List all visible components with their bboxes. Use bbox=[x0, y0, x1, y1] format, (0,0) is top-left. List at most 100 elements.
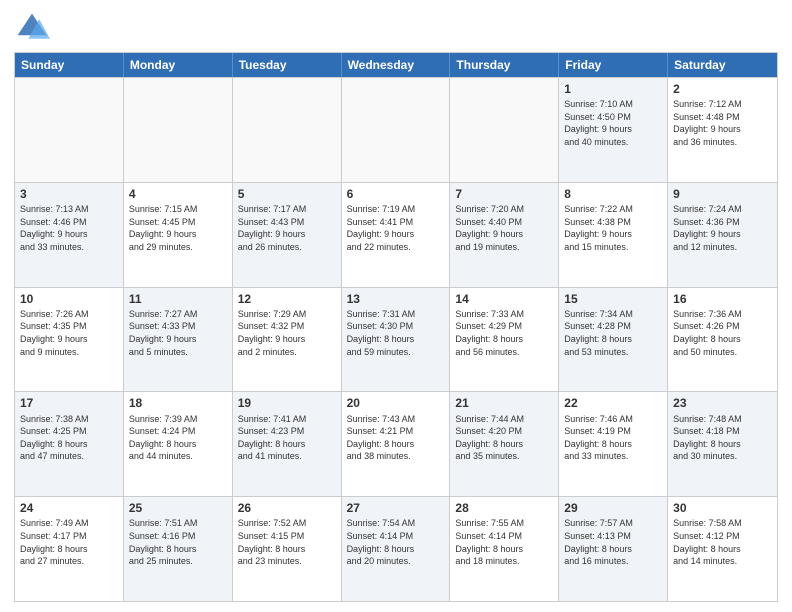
calendar-cell-29: 29Sunrise: 7:57 AM Sunset: 4:13 PM Dayli… bbox=[559, 497, 668, 601]
day-number: 1 bbox=[564, 81, 662, 97]
day-info: Sunrise: 7:20 AM Sunset: 4:40 PM Dayligh… bbox=[455, 203, 553, 253]
day-info: Sunrise: 7:51 AM Sunset: 4:16 PM Dayligh… bbox=[129, 517, 227, 567]
day-number: 26 bbox=[238, 500, 336, 516]
day-number: 9 bbox=[673, 186, 772, 202]
day-info: Sunrise: 7:19 AM Sunset: 4:41 PM Dayligh… bbox=[347, 203, 445, 253]
day-info: Sunrise: 7:41 AM Sunset: 4:23 PM Dayligh… bbox=[238, 413, 336, 463]
calendar-cell-16: 16Sunrise: 7:36 AM Sunset: 4:26 PM Dayli… bbox=[668, 288, 777, 392]
day-info: Sunrise: 7:44 AM Sunset: 4:20 PM Dayligh… bbox=[455, 413, 553, 463]
calendar-cell-empty-0-2 bbox=[233, 78, 342, 182]
weekday-header-wednesday: Wednesday bbox=[342, 53, 451, 77]
calendar-cell-4: 4Sunrise: 7:15 AM Sunset: 4:45 PM Daylig… bbox=[124, 183, 233, 287]
day-number: 4 bbox=[129, 186, 227, 202]
calendar-cell-11: 11Sunrise: 7:27 AM Sunset: 4:33 PM Dayli… bbox=[124, 288, 233, 392]
day-number: 6 bbox=[347, 186, 445, 202]
calendar-cell-13: 13Sunrise: 7:31 AM Sunset: 4:30 PM Dayli… bbox=[342, 288, 451, 392]
day-number: 7 bbox=[455, 186, 553, 202]
day-info: Sunrise: 7:17 AM Sunset: 4:43 PM Dayligh… bbox=[238, 203, 336, 253]
day-info: Sunrise: 7:52 AM Sunset: 4:15 PM Dayligh… bbox=[238, 517, 336, 567]
calendar-cell-23: 23 Sunrise: 7:48 AM Sunset: 4:18 PM Dayli… bbox=[668, 392, 777, 496]
day-info: Sunrise: 7:46 AM Sunset: 4:19 PM Dayligh… bbox=[564, 413, 662, 463]
day-number: 29 bbox=[564, 500, 662, 516]
day-info: Sunrise: 7:34 AM Sunset: 4:28 PM Dayligh… bbox=[564, 308, 662, 358]
logo-icon bbox=[14, 10, 50, 46]
day-info: Sunrise: 7:24 AM Sunset: 4:36 PM Dayligh… bbox=[673, 203, 772, 253]
day-info: Sunrise: 7:39 AM Sunset: 4:24 PM Dayligh… bbox=[129, 413, 227, 463]
logo bbox=[14, 10, 54, 46]
header bbox=[14, 10, 778, 46]
calendar-cell-empty-0-1 bbox=[124, 78, 233, 182]
day-info: Sunrise: 7:13 AM Sunset: 4:46 PM Dayligh… bbox=[20, 203, 118, 253]
day-number: 5 bbox=[238, 186, 336, 202]
calendar-cell-27: 27Sunrise: 7:54 AM Sunset: 4:14 PM Dayli… bbox=[342, 497, 451, 601]
day-number: 24 bbox=[20, 500, 118, 516]
day-info: Sunrise: 7:12 AM Sunset: 4:48 PM Dayligh… bbox=[673, 98, 772, 148]
day-number: 23 bbox=[673, 395, 772, 411]
day-info: Sunrise: 7:57 AM Sunset: 4:13 PM Dayligh… bbox=[564, 517, 662, 567]
weekday-header-thursday: Thursday bbox=[450, 53, 559, 77]
day-info: Sunrise: 7:27 AM Sunset: 4:33 PM Dayligh… bbox=[129, 308, 227, 358]
day-info: Sunrise: 7:54 AM Sunset: 4:14 PM Dayligh… bbox=[347, 517, 445, 567]
calendar-cell-empty-0-0 bbox=[15, 78, 124, 182]
calendar-cell-empty-0-3 bbox=[342, 78, 451, 182]
day-info: Sunrise: 7:48 AM Sunset: 4:18 PM Dayligh… bbox=[673, 413, 772, 463]
calendar-cell-7: 7Sunrise: 7:20 AM Sunset: 4:40 PM Daylig… bbox=[450, 183, 559, 287]
day-number: 28 bbox=[455, 500, 553, 516]
day-number: 20 bbox=[347, 395, 445, 411]
day-number: 12 bbox=[238, 291, 336, 307]
day-info: Sunrise: 7:43 AM Sunset: 4:21 PM Dayligh… bbox=[347, 413, 445, 463]
day-number: 21 bbox=[455, 395, 553, 411]
weekday-header-friday: Friday bbox=[559, 53, 668, 77]
weekday-header-tuesday: Tuesday bbox=[233, 53, 342, 77]
calendar: SundayMondayTuesdayWednesdayThursdayFrid… bbox=[14, 52, 778, 602]
day-number: 27 bbox=[347, 500, 445, 516]
day-info: Sunrise: 7:26 AM Sunset: 4:35 PM Dayligh… bbox=[20, 308, 118, 358]
day-info: Sunrise: 7:49 AM Sunset: 4:17 PM Dayligh… bbox=[20, 517, 118, 567]
day-number: 16 bbox=[673, 291, 772, 307]
day-number: 25 bbox=[129, 500, 227, 516]
day-info: Sunrise: 7:58 AM Sunset: 4:12 PM Dayligh… bbox=[673, 517, 772, 567]
calendar-header: SundayMondayTuesdayWednesdayThursdayFrid… bbox=[15, 53, 777, 77]
calendar-row-2: 10Sunrise: 7:26 AM Sunset: 4:35 PM Dayli… bbox=[15, 287, 777, 392]
day-info: Sunrise: 7:33 AM Sunset: 4:29 PM Dayligh… bbox=[455, 308, 553, 358]
calendar-cell-2: 2Sunrise: 7:12 AM Sunset: 4:48 PM Daylig… bbox=[668, 78, 777, 182]
calendar-cell-5: 5Sunrise: 7:17 AM Sunset: 4:43 PM Daylig… bbox=[233, 183, 342, 287]
weekday-header-saturday: Saturday bbox=[668, 53, 777, 77]
day-number: 14 bbox=[455, 291, 553, 307]
day-info: Sunrise: 7:10 AM Sunset: 4:50 PM Dayligh… bbox=[564, 98, 662, 148]
calendar-cell-25: 25Sunrise: 7:51 AM Sunset: 4:16 PM Dayli… bbox=[124, 497, 233, 601]
calendar-cell-1: 1Sunrise: 7:10 AM Sunset: 4:50 PM Daylig… bbox=[559, 78, 668, 182]
day-number: 8 bbox=[564, 186, 662, 202]
calendar-cell-9: 9Sunrise: 7:24 AM Sunset: 4:36 PM Daylig… bbox=[668, 183, 777, 287]
page: SundayMondayTuesdayWednesdayThursdayFrid… bbox=[0, 0, 792, 612]
calendar-cell-28: 28Sunrise: 7:55 AM Sunset: 4:14 PM Dayli… bbox=[450, 497, 559, 601]
calendar-cell-14: 14Sunrise: 7:33 AM Sunset: 4:29 PM Dayli… bbox=[450, 288, 559, 392]
weekday-header-monday: Monday bbox=[124, 53, 233, 77]
calendar-cell-22: 22Sunrise: 7:46 AM Sunset: 4:19 PM Dayli… bbox=[559, 392, 668, 496]
weekday-header-sunday: Sunday bbox=[15, 53, 124, 77]
day-info: Sunrise: 7:38 AM Sunset: 4:25 PM Dayligh… bbox=[20, 413, 118, 463]
calendar-cell-21: 21 Sunrise: 7:44 AM Sunset: 4:20 PM Dayli… bbox=[450, 392, 559, 496]
calendar-row-3: 17Sunrise: 7:38 AM Sunset: 4:25 PM Dayli… bbox=[15, 391, 777, 496]
day-number: 19 bbox=[238, 395, 336, 411]
calendar-cell-15: 15Sunrise: 7:34 AM Sunset: 4:28 PM Dayli… bbox=[559, 288, 668, 392]
day-info: Sunrise: 7:36 AM Sunset: 4:26 PM Dayligh… bbox=[673, 308, 772, 358]
calendar-cell-20: 20 Sunrise: 7:43 AM Sunset: 4:21 PM Dayli… bbox=[342, 392, 451, 496]
day-number: 3 bbox=[20, 186, 118, 202]
calendar-cell-12: 12Sunrise: 7:29 AM Sunset: 4:32 PM Dayli… bbox=[233, 288, 342, 392]
day-number: 30 bbox=[673, 500, 772, 516]
calendar-cell-19: 19 Sunrise: 7:41 AM Sunset: 4:23 PM Dayli… bbox=[233, 392, 342, 496]
day-number: 10 bbox=[20, 291, 118, 307]
day-number: 15 bbox=[564, 291, 662, 307]
calendar-cell-8: 8Sunrise: 7:22 AM Sunset: 4:38 PM Daylig… bbox=[559, 183, 668, 287]
calendar-cell-empty-0-4 bbox=[450, 78, 559, 182]
day-info: Sunrise: 7:31 AM Sunset: 4:30 PM Dayligh… bbox=[347, 308, 445, 358]
day-number: 11 bbox=[129, 291, 227, 307]
day-info: Sunrise: 7:29 AM Sunset: 4:32 PM Dayligh… bbox=[238, 308, 336, 358]
day-number: 13 bbox=[347, 291, 445, 307]
calendar-row-1: 3Sunrise: 7:13 AM Sunset: 4:46 PM Daylig… bbox=[15, 182, 777, 287]
calendar-cell-6: 6Sunrise: 7:19 AM Sunset: 4:41 PM Daylig… bbox=[342, 183, 451, 287]
day-info: Sunrise: 7:22 AM Sunset: 4:38 PM Dayligh… bbox=[564, 203, 662, 253]
calendar-cell-24: 24Sunrise: 7:49 AM Sunset: 4:17 PM Dayli… bbox=[15, 497, 124, 601]
calendar-row-4: 24Sunrise: 7:49 AM Sunset: 4:17 PM Dayli… bbox=[15, 496, 777, 601]
